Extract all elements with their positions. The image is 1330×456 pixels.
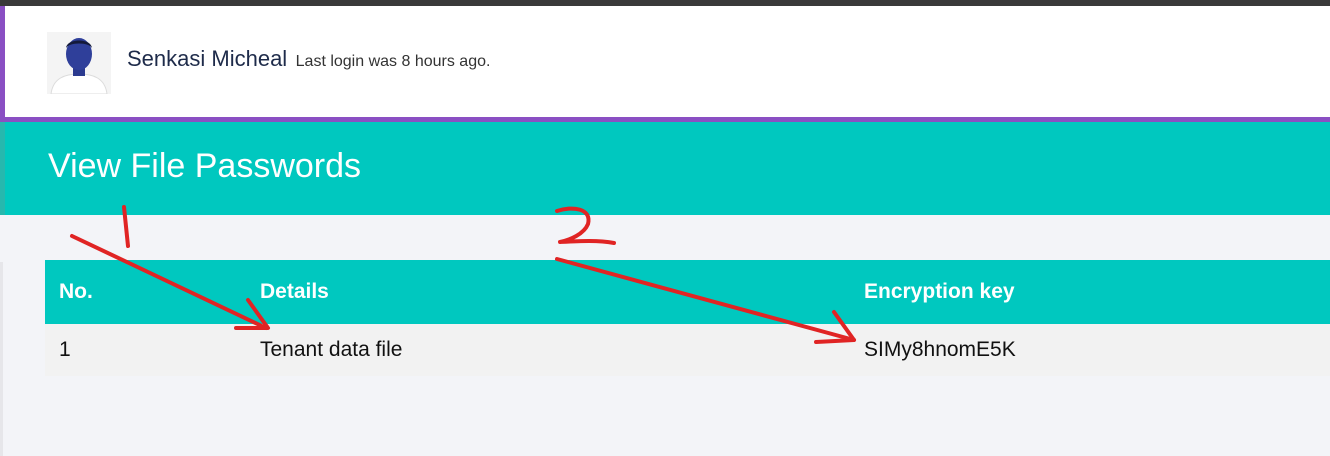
last-login-text: Last login was 8 hours ago. — [295, 53, 491, 70]
header-no: No. — [59, 280, 93, 303]
avatar[interactable] — [47, 32, 111, 94]
header-details: Details — [260, 280, 329, 303]
cell-no: 1 — [59, 338, 71, 361]
table-row: 1 Tenant data file SIMy8hnomE5K — [45, 324, 1330, 376]
cell-details: Tenant data file — [260, 338, 403, 361]
left-edge-divider — [0, 262, 3, 456]
user-name[interactable]: Senkasi Micheal — [127, 46, 287, 71]
user-bar: Senkasi Micheal Last login was 8 hours a… — [0, 6, 1330, 122]
page-title: View File Passwords — [48, 147, 362, 185]
passwords-table-container: No. Details Encryption key 1 Tenant data… — [45, 260, 1330, 376]
passwords-table: No. Details Encryption key 1 Tenant data… — [45, 260, 1330, 376]
user-info: Senkasi Micheal Last login was 8 hours a… — [127, 46, 490, 72]
cell-encryption-key[interactable]: SIMy8hnomE5K — [850, 324, 1330, 376]
header-encryption-key: Encryption key — [864, 280, 1015, 303]
table-header-row: No. Details Encryption key — [45, 260, 1330, 324]
